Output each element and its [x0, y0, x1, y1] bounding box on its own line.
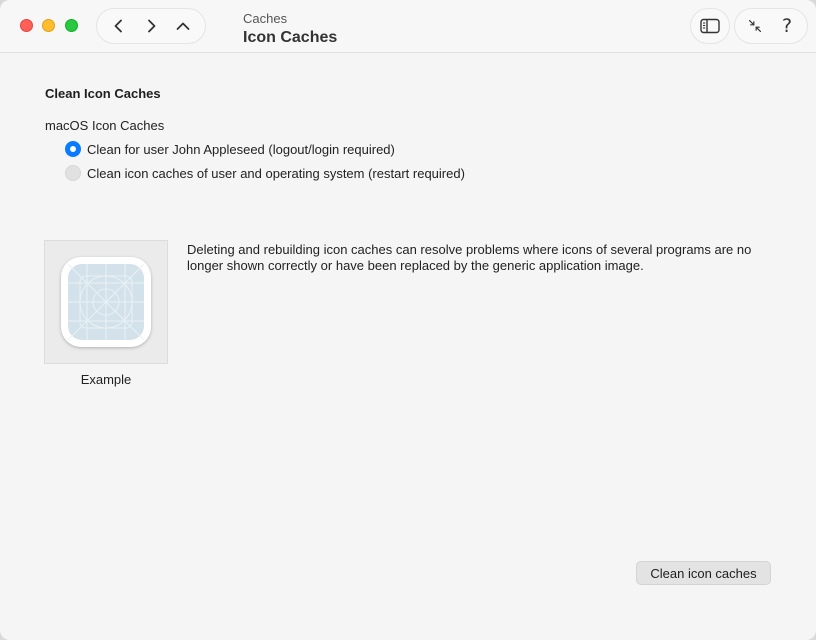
title-bar: Caches Icon Caches ? — [0, 0, 816, 53]
radio-group-label: macOS Icon Caches — [45, 118, 165, 133]
close-window-button[interactable] — [20, 19, 33, 32]
up-button[interactable] — [168, 11, 198, 41]
section-title: Clean Icon Caches — [45, 86, 161, 101]
chevron-right-icon — [148, 19, 156, 33]
description-text: Deleting and rebuilding icon caches can … — [187, 242, 752, 273]
app-window: Caches Icon Caches ? Clean Icon Caches m… — [0, 0, 816, 640]
chevron-up-icon — [176, 22, 190, 30]
help-icon: ? — [781, 15, 793, 37]
title-block: Caches Icon Caches — [243, 11, 337, 49]
chevron-left-icon — [114, 19, 122, 33]
toggle-sidebar-button[interactable] — [690, 8, 730, 44]
app-icon-grid-icon — [68, 264, 144, 340]
forward-button[interactable] — [136, 11, 166, 41]
toolbar-right-group: ? — [734, 8, 808, 44]
minimize-window-button[interactable] — [42, 19, 55, 32]
radio-button-unselected[interactable] — [65, 165, 81, 181]
radio-option-system[interactable]: Clean icon caches of user and operating … — [65, 165, 465, 181]
example-preview — [44, 240, 168, 364]
breadcrumb: Caches — [243, 11, 288, 26]
generic-app-icon — [61, 257, 151, 347]
maximize-window-button[interactable] — [65, 19, 78, 32]
sidebar-icon — [700, 18, 720, 34]
navigation-group — [96, 8, 206, 44]
page-title: Icon Caches — [243, 29, 338, 46]
back-button[interactable] — [104, 11, 134, 41]
radio-button-selected[interactable] — [65, 141, 81, 157]
radio-option-label: Clean icon caches of user and operating … — [87, 165, 465, 181]
collapse-button[interactable] — [740, 11, 770, 41]
example-caption: Example — [80, 372, 132, 387]
arrows-collapse-icon — [748, 19, 762, 33]
clean-icon-caches-button[interactable]: Clean icon caches — [636, 561, 771, 585]
radio-option-user[interactable]: Clean for user John Appleseed (logout/lo… — [65, 141, 395, 157]
help-button[interactable]: ? — [772, 11, 802, 41]
radio-option-label: Clean for user John Appleseed (logout/lo… — [87, 141, 395, 157]
